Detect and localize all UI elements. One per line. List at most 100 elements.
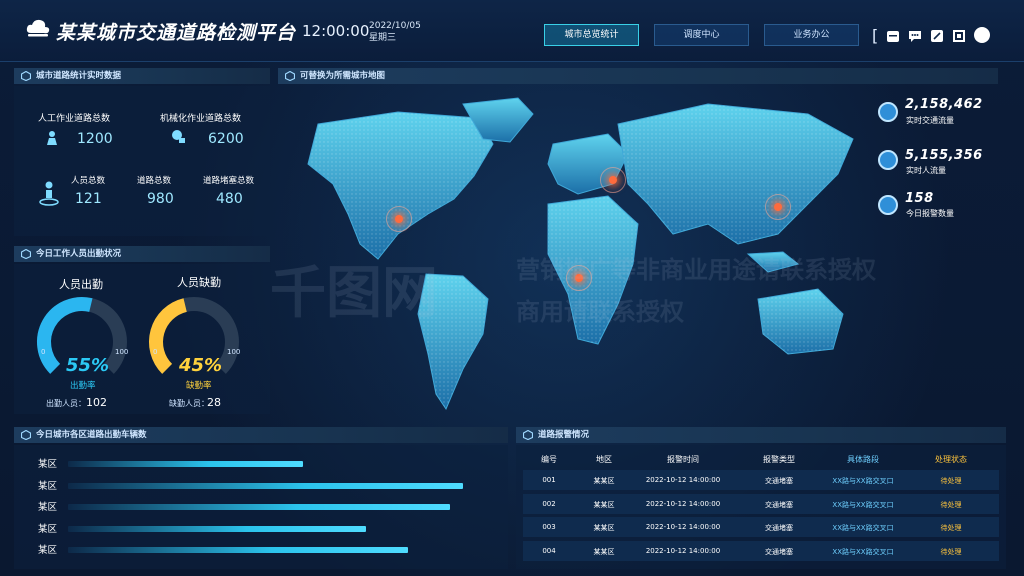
worker-icon [47, 131, 57, 145]
absent-title: 人员缺勤 [177, 276, 221, 289]
table-cell: 待处理 [940, 477, 962, 485]
present-sub: 出勤率 [70, 381, 96, 391]
vehicles-panel-title: 今日城市各区道路出勤车辆数 [36, 430, 147, 440]
table-cell: 2022-10-12 14:00:00 [645, 476, 721, 484]
absent-count-label: 缺勤人员： [169, 399, 209, 408]
present-count: 102 [86, 396, 107, 409]
absent-max: 100 [227, 348, 241, 356]
mech-roads-value: 6200 [208, 131, 244, 147]
table-cell: 2022-10-12 14:00:00 [645, 499, 721, 508]
table-column-header: 处理状态 [935, 455, 967, 464]
roads-value: 980 [147, 191, 174, 207]
nav-dispatch[interactable]: 调度中心 [654, 24, 749, 46]
cloud-logo-icon [26, 19, 50, 37]
nav-office[interactable]: 业务办公 [764, 24, 859, 46]
clock: 12:00:00 [302, 22, 370, 40]
watermark-line-2: 商用请联系授权 [516, 298, 684, 326]
table-cell: XX路与XX路交叉口 [832, 500, 894, 509]
table-cell: 待处理 [940, 524, 962, 532]
table-column-header: 地区 [596, 455, 612, 464]
vehicle-bar[interactable] [68, 525, 367, 532]
stats-panel [14, 86, 270, 236]
table-cell: XX路与XX路交叉口 [832, 477, 894, 485]
map-hotspot-america[interactable] [386, 206, 412, 232]
vehicles-panel-header: 今日城市各区道路出勤车辆数 [14, 427, 508, 443]
table-cell: 某某区 [593, 500, 615, 509]
weekday: 星期三 [369, 33, 397, 43]
table-cell: 某某区 [593, 547, 615, 556]
bar-category-label: 某区 [38, 459, 58, 470]
people-flow-icon [878, 150, 898, 170]
table-cell: 交通堵塞 [765, 500, 793, 509]
table-cell: 交通堵塞 [765, 547, 793, 556]
table-column-header: 编号 [541, 455, 557, 464]
absent-sub: 缺勤率 [186, 381, 212, 391]
vehicle-bar[interactable] [68, 504, 451, 510]
cube-icon [523, 430, 533, 440]
user-icon[interactable] [974, 27, 991, 43]
people-flow-label: 实时人流量 [906, 166, 946, 175]
traffic-flow-icon [878, 102, 898, 122]
staff-label: 人员总数 [71, 176, 106, 186]
table-cell: 某某区 [593, 524, 615, 532]
cube-icon [21, 430, 31, 440]
roads-label: 道路总数 [137, 176, 172, 186]
table-cell: XX路与XX路交叉口 [832, 524, 894, 532]
table-row[interactable]: 001 某某区 2022-10-12 14:00:00 交通堵塞 XX路与XX路交叉口待… [523, 470, 999, 490]
alarm-count-icon [878, 195, 898, 215]
absent-pct: 45% [179, 355, 223, 376]
table-column-header: 具体路段 [847, 455, 879, 464]
attendance-panel-header: 今日工作人员出勤状况 [14, 246, 270, 262]
watermark-logo: 千图网 [270, 261, 438, 326]
watermark-line-1: 营销推广等非商业用途请联系授权 [516, 256, 876, 284]
date-block: 2022/10/05 星期三 [369, 20, 421, 44]
manual-roads-value: 1200 [77, 131, 113, 147]
bar-category-label: 某区 [38, 545, 58, 556]
date: 2022/10/05 [369, 21, 421, 31]
fullscreen-icon[interactable] [952, 28, 966, 42]
present-pct: 55% [66, 355, 110, 376]
table-cell: 待处理 [940, 500, 962, 509]
alarm-count-label: 今日报警数量 [906, 209, 954, 218]
table-row[interactable]: 003 某某区 2022-10-12 14:00:00 交通堵塞 XX路与XX路交叉口待… [523, 517, 999, 537]
cube-icon [21, 249, 31, 259]
present-max: 100 [115, 348, 129, 356]
stats-panel-header: 城市道路统计实时数据 [14, 68, 270, 84]
edit-icon[interactable] [930, 28, 944, 42]
map-hotspot-europe[interactable] [600, 167, 626, 193]
bar-category-label: 某区 [38, 502, 58, 513]
vehicle-bar[interactable] [68, 482, 463, 489]
alerts-panel-header: 道路报警情况 [516, 427, 1006, 443]
alerts-panel-title: 道路报警情况 [538, 430, 590, 440]
table-row[interactable]: 004 某某区 2022-10-12 14:00:00 交通堵塞 XX路与XX路交叉口待… [523, 540, 999, 561]
table-row[interactable]: 002 某某区 2022-10-12 14:00:00 交通堵塞 XX路与XX路交叉口待… [523, 493, 999, 514]
nav-overview[interactable]: 城市总览统计 [544, 24, 639, 46]
vehicle-bar[interactable] [68, 547, 409, 553]
table-cell: 2022-10-12 14:00:00 [645, 523, 721, 531]
vehicle-bar[interactable] [68, 461, 304, 467]
absent-min: 0 [153, 348, 158, 356]
present-min: 0 [41, 348, 46, 356]
present-title: 人员出勤 [59, 278, 103, 291]
table-cell: 待处理 [940, 547, 962, 556]
jam-label: 道路堵塞总数 [203, 176, 255, 186]
people-flow-value: 5,155,356 [905, 148, 983, 163]
top-header: 某某城市交通道路检测平台 12:00:00 2022/10/05 星期三 城市总… [0, 0, 1024, 62]
table-cell: 2022-10-12 14:00:00 [645, 546, 721, 555]
table-cell: 交通堵塞 [765, 477, 793, 485]
manual-roads-label: 人工作业道路总数 [38, 114, 111, 124]
cube-icon [21, 71, 31, 81]
mech-roads-label: 机械化作业道路总数 [160, 114, 242, 124]
calendar-icon[interactable] [886, 28, 900, 42]
chat-icon[interactable] [908, 28, 922, 42]
jam-value: 480 [216, 191, 243, 207]
table-cell: XX路与XX路交叉口 [832, 547, 894, 556]
stats-panel-title: 城市道路统计实时数据 [36, 71, 122, 81]
present-count-label: 出勤人员： [46, 399, 86, 408]
map-panel-title: 可替换为所需城市地图 [300, 71, 386, 81]
map-hotspot-asia[interactable] [765, 194, 791, 220]
app-title: 某某城市交通道路检测平台 [56, 22, 297, 44]
table-cell: 某某区 [593, 477, 615, 485]
machine-icon [172, 130, 185, 143]
attendance-panel-title: 今日工作人员出勤状况 [36, 249, 122, 259]
